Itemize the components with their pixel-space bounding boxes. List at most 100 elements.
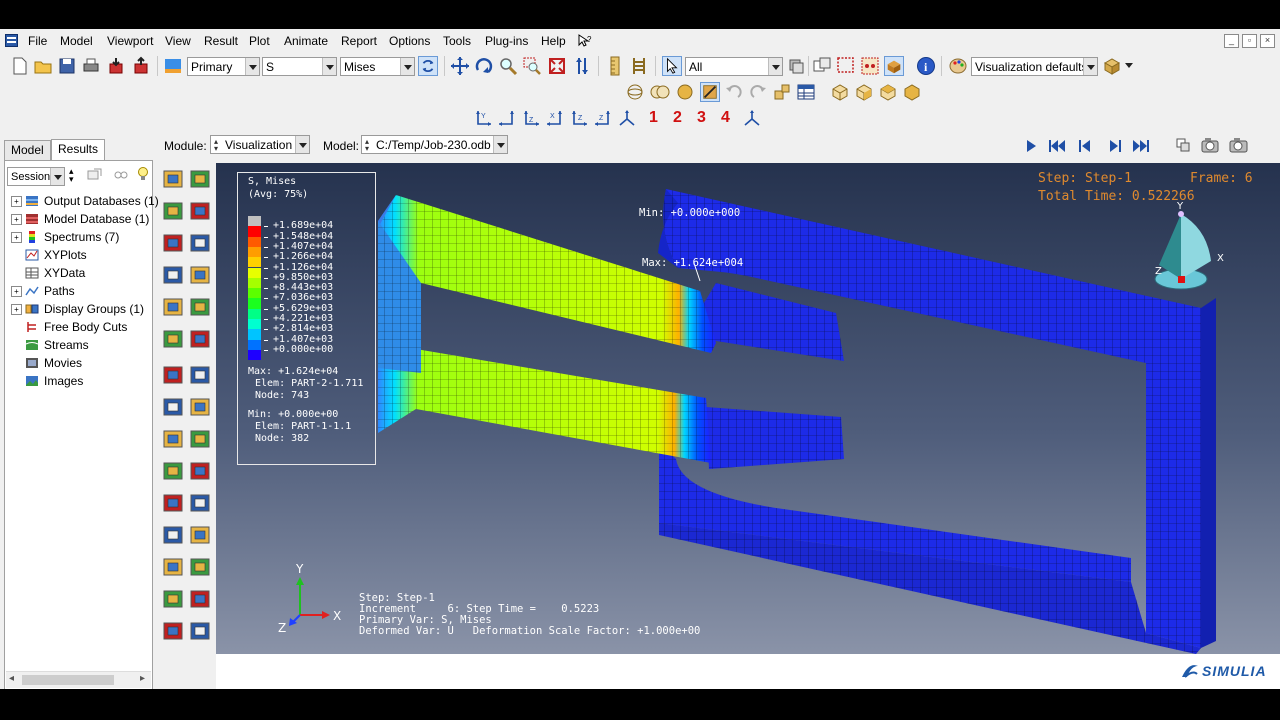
menu-help[interactable]: Help: [541, 34, 566, 48]
new-file-icon[interactable]: [10, 56, 30, 76]
menu-model[interactable]: Model: [60, 34, 93, 48]
plot-deformed-icon[interactable]: [189, 168, 211, 190]
plot-contours-icon[interactable]: [162, 200, 184, 222]
tree-item-images[interactable]: Images: [11, 374, 83, 388]
field-output-icon[interactable]: [163, 56, 183, 76]
print-icon[interactable]: [81, 56, 101, 76]
menu-view[interactable]: View: [165, 34, 191, 48]
tree-item-xyplots[interactable]: XYPlots: [11, 248, 87, 262]
camera-icon[interactable]: [1228, 135, 1250, 155]
module-combo[interactable]: ▴ ▾ Visualization: [210, 135, 310, 154]
menu-animate[interactable]: Animate: [284, 34, 328, 48]
filter-icon[interactable]: [87, 168, 103, 182]
invariant-combo[interactable]: Mises: [340, 57, 415, 76]
view-1-button[interactable]: 1: [649, 109, 658, 127]
tree-item-paths[interactable]: + Paths: [11, 284, 75, 298]
dropdown-arrow-icon[interactable]: [1125, 63, 1133, 69]
play-icon[interactable]: [1024, 139, 1038, 153]
plot-undeformed-icon[interactable]: [162, 556, 184, 578]
movie-camera-icon[interactable]: [1200, 135, 1222, 155]
plot-deformed-icon[interactable]: [189, 556, 211, 578]
display-group-icon[interactable]: [189, 428, 211, 450]
next-frame-icon[interactable]: [1108, 139, 1122, 153]
view-table-icon[interactable]: [796, 82, 816, 102]
import-odb-icon[interactable]: [106, 56, 126, 76]
menu-viewport[interactable]: Viewport: [107, 34, 153, 48]
pan-icon[interactable]: [450, 56, 470, 76]
context-help-icon[interactable]: ?: [578, 34, 592, 48]
session-data-combo[interactable]: Session D: [7, 167, 65, 186]
animation-options-icon[interactable]: [162, 328, 184, 350]
scroll-left-icon[interactable]: ◂: [9, 673, 14, 684]
xy-data-manager-icon[interactable]: [189, 364, 211, 386]
menu-report[interactable]: Report: [341, 34, 377, 48]
view-right-icon[interactable]: Z: [593, 108, 613, 128]
model-combo[interactable]: ▴ ▾ C:/Temp/Job-230.odb: [361, 135, 508, 154]
common-options-icon[interactable]: [162, 264, 184, 286]
perspective-icon[interactable]: [772, 82, 792, 102]
view-back-icon[interactable]: [497, 108, 517, 128]
selection-filter-combo[interactable]: All: [685, 57, 783, 76]
scrollbar-thumb[interactable]: [22, 675, 114, 685]
field-variable-combo[interactable]: S: [262, 57, 337, 76]
box-zoom-icon[interactable]: [522, 56, 542, 76]
contour-options-icon[interactable]: [189, 264, 211, 286]
render-style-icon[interactable]: [1102, 56, 1122, 76]
tree-item-streams[interactable]: Streams: [11, 338, 89, 352]
selection-options-icon[interactable]: [786, 56, 806, 76]
color-code-icon[interactable]: [884, 56, 904, 76]
tree-item-spectrums[interactable]: + Spectrums (7): [11, 230, 119, 244]
plot-material-orientations-icon[interactable]: [162, 620, 184, 642]
query-nodes-icon[interactable]: [860, 56, 880, 76]
result-options-icon[interactable]: [189, 524, 211, 546]
replace-selected-icon[interactable]: [812, 56, 832, 76]
last-frame-icon[interactable]: [1132, 139, 1150, 153]
output-type-combo[interactable]: Primary: [187, 57, 260, 76]
view-iso-icon[interactable]: [617, 108, 637, 128]
tree-horizontal-scrollbar[interactable]: ◂ ▸: [6, 671, 151, 688]
export-odb-icon[interactable]: [131, 56, 151, 76]
save-icon[interactable]: [57, 56, 77, 76]
box-select-icon[interactable]: [836, 56, 856, 76]
close-window-button[interactable]: ×: [1260, 34, 1275, 48]
iso-view-2-icon[interactable]: [854, 82, 874, 102]
iso-view-1-icon[interactable]: [830, 82, 850, 102]
query-information-icon[interactable]: [162, 428, 184, 450]
create-free-body-cut-icon[interactable]: [189, 396, 211, 418]
view-compass-icon[interactable]: Y X Z: [1151, 199, 1231, 299]
view-3-button[interactable]: 3: [697, 109, 706, 127]
allow-multiple-plots-icon[interactable]: [189, 620, 211, 642]
iso-view-3-icon[interactable]: [878, 82, 898, 102]
info-icon[interactable]: i: [916, 56, 936, 76]
select-arrow-icon[interactable]: [662, 56, 682, 76]
first-frame-icon[interactable]: [1048, 139, 1066, 153]
cycle-views-icon[interactable]: [572, 56, 592, 76]
rotate-icon[interactable]: [474, 56, 494, 76]
plot-undeformed-icon[interactable]: [162, 168, 184, 190]
display-group-manager-icon[interactable]: [189, 460, 211, 482]
menu-file[interactable]: File: [28, 34, 47, 48]
zoom-icon[interactable]: [498, 56, 518, 76]
active-steps-icon[interactable]: [162, 524, 184, 546]
tab-model[interactable]: Model: [4, 140, 51, 160]
lightbulb-icon[interactable]: [136, 166, 150, 182]
plot-symbols-icon[interactable]: [189, 588, 211, 610]
create-xy-data-icon[interactable]: [162, 364, 184, 386]
filled-render-icon[interactable]: [675, 82, 695, 102]
menu-tools[interactable]: Tools: [443, 34, 471, 48]
create-path-icon[interactable]: [162, 396, 184, 418]
view-cut-manager-icon[interactable]: [189, 328, 211, 350]
visualization-defaults-combo[interactable]: Visualization defaults: [971, 57, 1098, 76]
tree-item-display-groups[interactable]: + Display Groups (1): [11, 302, 144, 316]
menu-plot[interactable]: Plot: [249, 34, 270, 48]
stream-manager-icon[interactable]: [189, 492, 211, 514]
stream-icon[interactable]: [162, 492, 184, 514]
iso-view-4-icon[interactable]: [902, 82, 922, 102]
expand-all-icon[interactable]: [113, 168, 129, 182]
redo-view-icon[interactable]: [748, 82, 768, 102]
tree-item-output-databases[interactable]: + Output Databases (1): [11, 194, 159, 208]
palette-icon[interactable]: [948, 56, 968, 76]
view-2-button[interactable]: 2: [673, 109, 682, 127]
tree-item-free-body-cuts[interactable]: Free Body Cuts: [11, 320, 127, 334]
frame-selector-icon[interactable]: [1175, 137, 1191, 155]
